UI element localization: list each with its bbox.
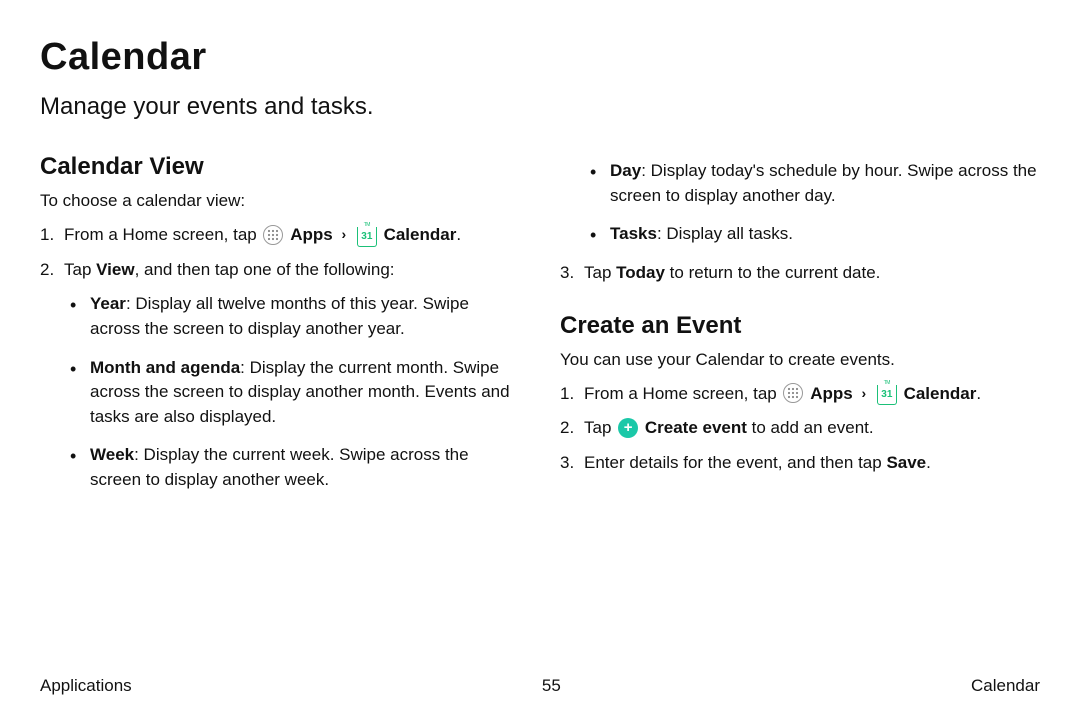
step-tap-today: Tap Today to return to the current date.	[584, 261, 1040, 286]
view-option-week: Week: Display the current week. Swipe ac…	[90, 443, 520, 492]
tasks-desc: : Display all tasks.	[657, 224, 793, 243]
apps-icon	[783, 383, 803, 403]
today-label: Today	[616, 263, 665, 282]
event-step-open-calendar: From a Home screen, tap Apps › TM 31 Cal…	[584, 382, 1040, 407]
view-option-day: Day: Display today's schedule by hour. S…	[610, 159, 1040, 208]
step3-c: to return to the current date.	[665, 263, 880, 282]
calendar-view-steps-cont: Tap Today to return to the current date.	[560, 261, 1040, 286]
page-footer: Applications 55 Calendar	[40, 676, 1040, 696]
save-label: Save	[886, 453, 926, 472]
apps-icon	[263, 225, 283, 245]
right-column: Day: Display today's schedule by hour. S…	[560, 149, 1040, 507]
step2-c: , and then tap one of the following:	[135, 260, 395, 279]
week-desc: : Display the current week. Swipe across…	[90, 445, 469, 489]
plus-icon: +	[618, 418, 638, 438]
calendar-label: Calendar	[384, 225, 457, 244]
step-text-end: .	[456, 225, 461, 244]
view-option-month: Month and agenda: Display the current mo…	[90, 356, 520, 430]
calendar-label: Calendar	[904, 384, 977, 403]
step-text: From a Home screen, tap	[64, 225, 261, 244]
estep2-a: Tap	[584, 418, 616, 437]
create-event-label: Create event	[645, 418, 747, 437]
left-column: Calendar View To choose a calendar view:…	[40, 149, 520, 507]
create-event-intro: You can use your Calendar to create even…	[560, 350, 1040, 370]
event-step-tap-create: Tap + Create event to add an event.	[584, 416, 1040, 441]
footer-page-number: 55	[542, 676, 561, 696]
step3-a: Tap	[584, 263, 616, 282]
footer-right: Calendar	[971, 676, 1040, 696]
calendar-view-steps: From a Home screen, tap Apps › TM 31 Cal…	[40, 223, 520, 493]
calendar-view-heading: Calendar View	[40, 153, 520, 181]
page-subtitle: Manage your events and tasks.	[40, 93, 1040, 121]
content-columns: Calendar View To choose a calendar view:…	[40, 149, 1040, 507]
calendar-view-intro: To choose a calendar view:	[40, 191, 520, 211]
estep2-c: to add an event.	[747, 418, 874, 437]
view-option-tasks: Tasks: Display all tasks.	[610, 222, 1040, 247]
day-desc: : Display today's schedule by hour. Swip…	[610, 161, 1037, 205]
estep3-c: .	[926, 453, 931, 472]
estep1-pre: From a Home screen, tap	[584, 384, 781, 403]
chevron-icon: ›	[861, 383, 866, 403]
calendar-icon: TM 31	[357, 225, 377, 245]
view-label: View	[96, 260, 134, 279]
tasks-label: Tasks	[610, 224, 657, 243]
week-label: Week	[90, 445, 134, 464]
view-options-list-cont: Day: Display today's schedule by hour. S…	[584, 159, 1040, 247]
page-title: Calendar	[40, 36, 1040, 79]
estep3-a: Enter details for the event, and then ta…	[584, 453, 886, 472]
apps-label: Apps	[810, 384, 853, 403]
month-label: Month and agenda	[90, 358, 240, 377]
view-options-list: Year: Display all twelve months of this …	[64, 292, 520, 492]
day-label: Day	[610, 161, 641, 180]
view-option-year: Year: Display all twelve months of this …	[90, 292, 520, 341]
step-open-calendar: From a Home screen, tap Apps › TM 31 Cal…	[64, 223, 520, 248]
create-event-steps: From a Home screen, tap Apps › TM 31 Cal…	[560, 382, 1040, 476]
estep1-end: .	[976, 384, 981, 403]
event-step-enter-details: Enter details for the event, and then ta…	[584, 451, 1040, 476]
chevron-icon: ›	[341, 224, 346, 244]
step-tap-view: Tap View, and then tap one of the follow…	[64, 258, 520, 493]
step2-a: Tap	[64, 260, 96, 279]
year-label: Year	[90, 294, 126, 313]
create-event-heading: Create an Event	[560, 312, 1040, 340]
year-desc: : Display all twelve months of this year…	[90, 294, 469, 338]
apps-label: Apps	[290, 225, 333, 244]
calendar-icon: TM 31	[877, 383, 897, 403]
footer-left: Applications	[40, 676, 132, 696]
